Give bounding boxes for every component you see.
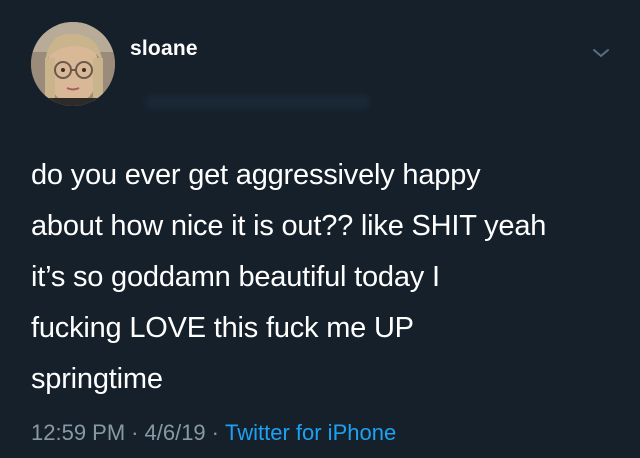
tweet-text-line: about how nice it is out?? like SHIT yea… [31, 210, 547, 242]
tweet-text-line: springtime [31, 363, 163, 395]
tweet-card: sloane do you ever get aggressively happ… [0, 0, 640, 458]
meta-separator: · [131, 420, 139, 445]
chevron-down-icon[interactable] [592, 46, 610, 58]
tweet-date[interactable]: 4/6/19 [145, 420, 206, 445]
tweet-text-line: fucking LOVE this fuck me UP [31, 312, 414, 344]
avatar-image [31, 22, 115, 106]
tweet-text: do you ever get aggressively happy about… [31, 150, 621, 405]
username-redacted [145, 95, 370, 109]
tweet-time[interactable]: 12:59 PM [31, 420, 125, 445]
meta-separator: · [211, 420, 219, 445]
tweet-source-link[interactable]: Twitter for iPhone [225, 420, 396, 445]
tweet-text-line: do you ever get aggressively happy [31, 159, 481, 191]
tweet-meta: 12:59 PM · 4/6/19 · Twitter for iPhone [31, 420, 396, 446]
tweet-text-line: it’s so goddamn beautiful today I [31, 261, 440, 293]
display-name[interactable]: sloane [130, 37, 198, 61]
avatar[interactable] [31, 22, 115, 106]
